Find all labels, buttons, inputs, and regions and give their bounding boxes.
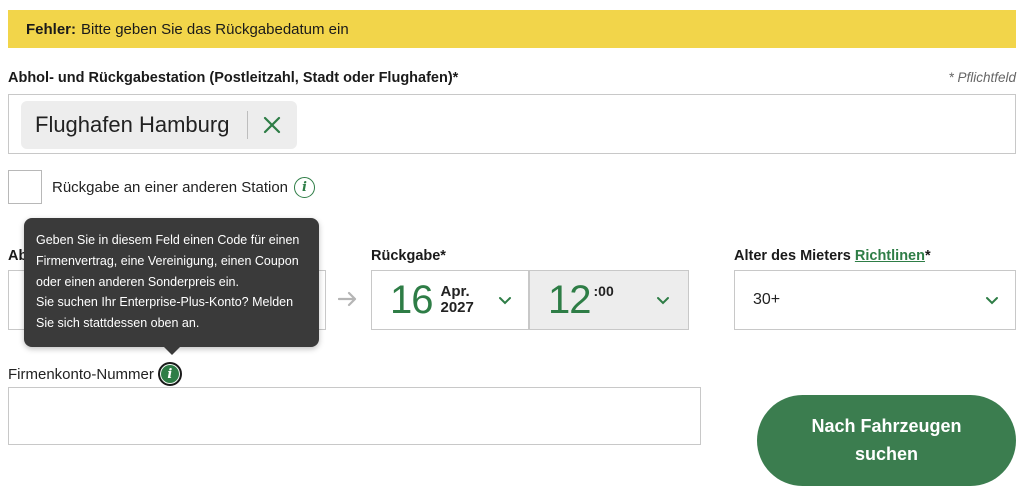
tooltip-line: Firmenvertrag, eine Vereinigung, einen C… bbox=[36, 253, 299, 268]
age-label: Alter des Mieters Richtlinen* bbox=[734, 248, 931, 264]
search-vehicles-button[interactable]: Nach Fahrzeugen suchen bbox=[757, 395, 1016, 486]
station-chip-value: Flughafen Hamburg bbox=[35, 112, 230, 137]
error-prefix: Fehler: bbox=[26, 20, 77, 38]
tooltip-line: Geben Sie in diesem Feld einen Code für … bbox=[36, 233, 300, 247]
guidelines-link[interactable]: Richtlinen bbox=[855, 248, 925, 264]
tooltip-line: Sie suchen Ihr Enterprise-Plus-Konto? Me… bbox=[36, 295, 294, 310]
tooltip-line: oder einen anderen Sonderpreis ein. bbox=[36, 274, 239, 289]
return-label: Rückgabe* bbox=[371, 248, 446, 264]
account-info-tooltip: Geben Sie in diesem Feld einen Code für … bbox=[24, 218, 319, 347]
arrow-right-icon bbox=[337, 288, 358, 314]
station-label: Abhol- und Rückgabestation (Postleitzahl… bbox=[8, 70, 459, 86]
station-input[interactable]: Flughafen Hamburg bbox=[8, 94, 1016, 154]
return-year: 2027 bbox=[440, 299, 474, 316]
return-hour: 12 bbox=[548, 278, 591, 322]
search-button-line1: Nach Fahrzeugen bbox=[811, 415, 962, 436]
account-label: Firmenkonto-Nummer bbox=[8, 365, 154, 383]
return-minutes: :00 bbox=[593, 283, 614, 299]
chevron-down-icon bbox=[657, 297, 669, 305]
station-chip[interactable]: Flughafen Hamburg bbox=[21, 101, 297, 149]
chevron-down-icon bbox=[499, 297, 511, 305]
age-value: 30+ bbox=[753, 291, 781, 308]
tooltip-tail bbox=[163, 346, 181, 355]
tooltip-line: Sie sich stattdessen oben an. bbox=[36, 316, 200, 331]
return-date-select[interactable]: 16 Apr. 2027 bbox=[371, 270, 529, 330]
required-note: * Pflichtfeld bbox=[948, 70, 1016, 85]
account-label-row: Firmenkonto-Nummer i bbox=[8, 362, 182, 386]
return-day: 16 bbox=[390, 278, 433, 322]
return-month: Apr. bbox=[440, 282, 470, 300]
age-asterisk: * bbox=[924, 248, 931, 264]
chevron-down-icon bbox=[986, 297, 998, 305]
error-banner: Fehler: Bitte geben Sie das Rückgabedatu… bbox=[8, 10, 1016, 48]
different-return-checkbox[interactable] bbox=[8, 170, 42, 204]
different-return-row: Rückgabe an einer anderen Station i bbox=[8, 170, 316, 204]
age-label-text: Alter des Mieters bbox=[734, 248, 851, 264]
error-message: Bitte geben Sie das Rückgabedatum ein bbox=[81, 20, 349, 38]
info-icon[interactable]: i bbox=[294, 176, 316, 198]
close-icon[interactable] bbox=[248, 101, 296, 149]
age-select[interactable]: 30+ bbox=[734, 270, 1016, 330]
account-number-input[interactable] bbox=[8, 387, 701, 445]
different-return-label[interactable]: Rückgabe an einer anderen Station bbox=[52, 179, 288, 196]
search-button-line2: suchen bbox=[854, 443, 919, 464]
info-icon[interactable]: i bbox=[157, 362, 182, 386]
return-time-select[interactable]: 12 :00 bbox=[529, 270, 689, 330]
